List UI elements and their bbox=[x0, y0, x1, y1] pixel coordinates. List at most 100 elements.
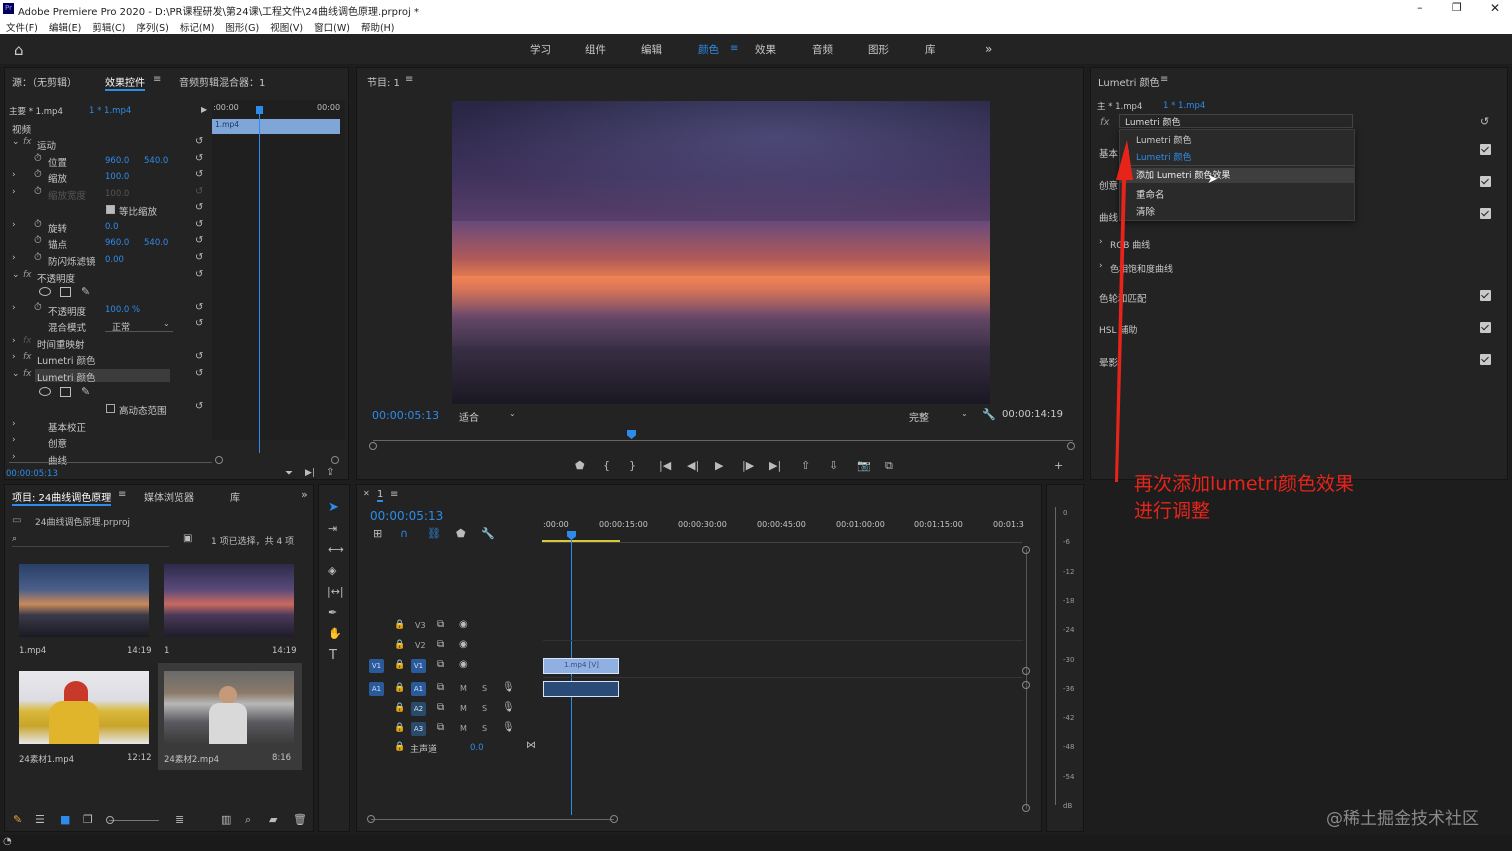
menu-item-8[interactable]: 帮助(H) bbox=[361, 23, 395, 34]
filter-icon[interactable]: ⏷ bbox=[285, 468, 293, 479]
track-label-V1[interactable]: V1 bbox=[411, 659, 426, 673]
timeline-vscroll[interactable] bbox=[1026, 549, 1027, 809]
stopwatch-icon[interactable]: ⏱ bbox=[34, 220, 42, 230]
timeline-settings-icon[interactable]: 🔧 bbox=[481, 528, 495, 539]
menu-item-3[interactable]: 序列(S) bbox=[136, 23, 168, 34]
pen-mask-icon[interactable]: ✎ bbox=[81, 386, 90, 397]
quality-chevron-icon[interactable]: ⌄ bbox=[961, 409, 968, 418]
eye-icon[interactable]: ◉ bbox=[459, 640, 468, 650]
mic-icon[interactable]: 🎙 bbox=[502, 703, 515, 713]
ellipse-mask-icon[interactable] bbox=[39, 287, 51, 296]
reset-icon[interactable]: ↺ bbox=[195, 369, 203, 379]
new-bin-icon[interactable]: ▣ bbox=[183, 533, 192, 544]
menu-item-6[interactable]: 视图(V) bbox=[270, 23, 303, 34]
project-item-thumbnail[interactable] bbox=[164, 671, 294, 744]
master-clip-label[interactable]: 主要 * 1.mp4 bbox=[9, 105, 63, 117]
sync-lock-icon[interactable]: ⧉ bbox=[437, 620, 444, 630]
pen-mask-icon[interactable]: ✎ bbox=[81, 286, 90, 297]
fx-icon[interactable]: fx bbox=[23, 337, 32, 346]
dropdown-option-lumetri-2[interactable]: Lumetri 颜色 bbox=[1136, 150, 1191, 163]
play-only-icon[interactable]: ▶ bbox=[201, 105, 207, 114]
go-to-in-icon[interactable]: |◀ bbox=[659, 460, 671, 471]
lock-icon[interactable]: 🔒 bbox=[394, 724, 405, 733]
track-label-A3[interactable]: A3 bbox=[411, 722, 426, 736]
ec-value-opacity_val[interactable]: 100.0 % bbox=[105, 305, 140, 315]
mute-button[interactable]: M bbox=[460, 724, 467, 733]
play-icon[interactable]: ▶| bbox=[305, 468, 315, 478]
menu-item-4[interactable]: 标记(M) bbox=[180, 23, 215, 34]
chevron-right-icon[interactable]: › bbox=[12, 254, 16, 263]
menu-item-0[interactable]: 文件(F) bbox=[6, 23, 38, 34]
project-item-thumbnail[interactable] bbox=[19, 671, 149, 744]
type-tool-icon[interactable]: T bbox=[329, 649, 337, 662]
lock-icon[interactable]: 🔒 bbox=[394, 661, 405, 670]
clip-audio[interactable] bbox=[543, 681, 619, 697]
ec-value-rotation_val[interactable]: 0.0 bbox=[105, 222, 119, 232]
reset-icon[interactable]: ↺ bbox=[195, 352, 203, 362]
track-label-V2[interactable]: V2 bbox=[415, 641, 426, 650]
workspace-tab-2[interactable]: 编辑 bbox=[641, 42, 662, 57]
timeline-hscroll[interactable] bbox=[371, 819, 614, 820]
fx-icon[interactable]: fx bbox=[23, 138, 32, 147]
effect-select[interactable]: Lumetri 颜色 bbox=[1119, 114, 1353, 128]
go-to-out-icon[interactable]: ▶| bbox=[769, 460, 781, 471]
clip-video[interactable]: 1.mp4 [V] bbox=[543, 658, 619, 674]
add-button-icon[interactable]: + bbox=[1054, 460, 1063, 471]
workspace-tab-6[interactable]: 图形 bbox=[868, 42, 889, 57]
chevron-right-icon[interactable]: › bbox=[12, 353, 16, 362]
reset-icon[interactable]: ↺ bbox=[195, 137, 203, 147]
automate-icon[interactable]: ▥ bbox=[221, 814, 231, 825]
rect-mask-icon[interactable] bbox=[60, 387, 71, 397]
track-select-icon[interactable]: ⇥ bbox=[328, 523, 337, 534]
track-label-V3[interactable]: V3 bbox=[415, 621, 426, 630]
fit-chevron-icon[interactable]: ⌄ bbox=[509, 409, 516, 418]
hand-icon[interactable]: ✋ bbox=[328, 628, 342, 639]
stopwatch-icon[interactable]: ⏱ bbox=[34, 187, 42, 197]
zoom-slider[interactable] bbox=[109, 820, 159, 821]
menu-item-1[interactable]: 编辑(E) bbox=[49, 23, 81, 34]
mic-icon[interactable]: 🎙 bbox=[502, 683, 515, 693]
export-frame-icon[interactable]: 📷 bbox=[857, 460, 871, 471]
reset-icon[interactable]: ↺ bbox=[195, 236, 203, 246]
fx-icon[interactable]: fx bbox=[23, 271, 32, 280]
tab-project[interactable]: 项目: 24曲线调色原理 bbox=[12, 489, 112, 506]
more-workspaces-icon[interactable]: » bbox=[985, 42, 992, 56]
fx-icon[interactable]: fx bbox=[23, 353, 32, 362]
lumetri-title[interactable]: Lumetri 颜色 bbox=[1098, 74, 1160, 89]
more-tabs-icon[interactable]: » bbox=[301, 488, 308, 501]
source-patch-a1[interactable]: A1 bbox=[369, 682, 384, 696]
mark-out-icon[interactable]: } bbox=[629, 460, 636, 471]
linked-selection-icon[interactable]: ⛓ bbox=[427, 528, 441, 539]
selection-tool-icon[interactable]: ➤ bbox=[328, 501, 339, 514]
ec-value-anchor_x[interactable]: 960.0 bbox=[105, 238, 129, 248]
icon-view-icon[interactable]: ■ bbox=[60, 814, 70, 825]
minimize-icon[interactable]: – bbox=[1417, 1, 1423, 14]
lumetri-master[interactable]: 主 * 1.mp4 bbox=[1097, 100, 1142, 112]
export-icon[interactable]: ⇪ bbox=[326, 467, 334, 478]
sync-lock-icon[interactable]: ⧉ bbox=[437, 723, 444, 733]
eye-icon[interactable]: ◉ bbox=[459, 620, 468, 630]
dropdown-option-rename[interactable]: 重命名 bbox=[1136, 187, 1165, 201]
program-title[interactable]: 节目: 1 bbox=[367, 74, 400, 89]
workspace-tab-0[interactable]: 学习 bbox=[530, 42, 551, 57]
lock-icon[interactable]: 🔒 bbox=[394, 743, 405, 752]
close-icon[interactable]: ✕ bbox=[1490, 1, 1500, 15]
sync-lock-icon[interactable]: ⧉ bbox=[437, 703, 444, 713]
panel-menu-icon[interactable]: ≡ bbox=[153, 74, 161, 85]
hsl-enable-checkbox[interactable] bbox=[1480, 322, 1491, 333]
chevron-right-icon[interactable]: › bbox=[12, 436, 16, 445]
ec-value-anchor_y[interactable]: 540.0 bbox=[144, 238, 168, 248]
timeline-playhead[interactable] bbox=[571, 533, 572, 815]
insert-sequence-icon[interactable]: ⊞ bbox=[373, 528, 382, 539]
sync-lock-icon[interactable]: ⧉ bbox=[437, 640, 444, 650]
project-item-name[interactable]: 24素材2.mp4 bbox=[164, 753, 219, 765]
snap-icon[interactable]: ∩ bbox=[400, 528, 408, 539]
reset-icon[interactable]: ↺ bbox=[195, 220, 203, 230]
chevron-down-icon[interactable]: ⌄ bbox=[163, 320, 170, 328]
rect-mask-icon[interactable] bbox=[60, 287, 71, 297]
fit-select[interactable]: 适合 bbox=[459, 409, 479, 424]
razor-icon[interactable]: ◈ bbox=[328, 565, 336, 576]
tab-source[interactable]: 源：（无剪辑） bbox=[12, 74, 77, 89]
timeline-menu-icon[interactable]: ≡ bbox=[390, 489, 398, 500]
workspace-tab-3[interactable]: 颜色 bbox=[698, 42, 719, 57]
